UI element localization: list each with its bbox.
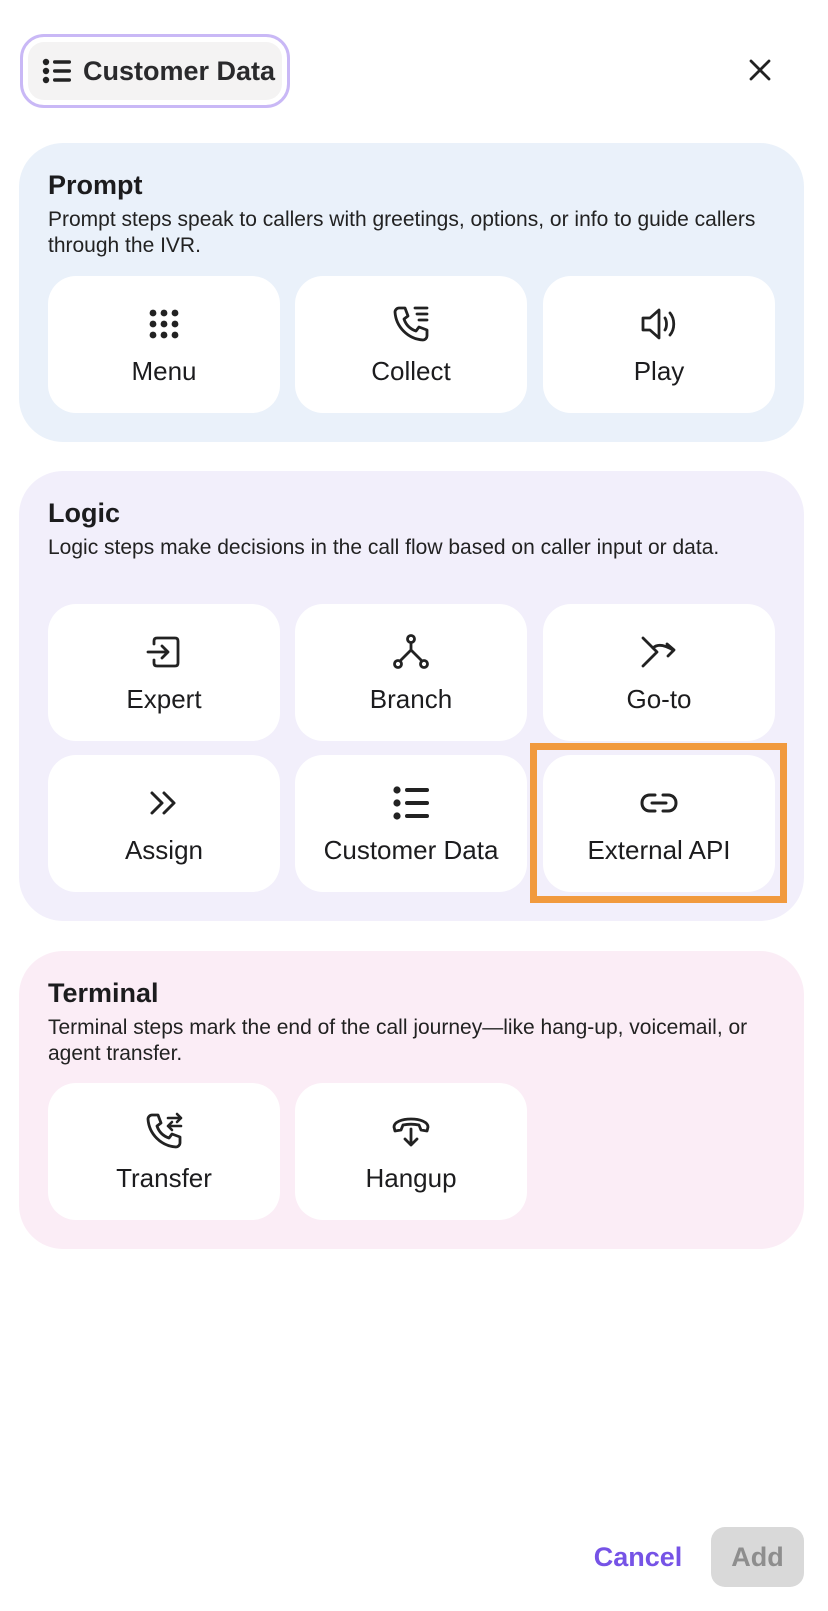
step-label: Customer Data [323,835,499,865]
step-tile-external-api[interactable]: External API [543,755,775,892]
phone-transfer-icon [144,1111,184,1151]
speaker-icon [639,304,679,344]
link-icon [639,783,679,823]
section-description: Terminal steps mark the end of the call … [48,1016,748,1065]
expert-enter-icon [144,632,184,672]
double-chevron-icon [144,783,184,823]
keypad-icon [144,304,184,344]
selected-step-label: Customer Data [83,55,276,86]
step-tile-expert[interactable]: Expert [48,604,280,741]
step-tile-collect[interactable]: Collect [295,276,527,413]
step-tile-branch[interactable]: Branch [295,604,527,741]
step-tile-assign[interactable]: Assign [48,755,280,892]
step-label: Expert [126,684,202,714]
step-label: Collect [371,356,451,386]
section-description: Logic steps make decisions in the call f… [48,536,720,559]
step-tile-play[interactable]: Play [543,276,775,413]
step-label: External API [587,835,731,865]
step-label: Branch [369,684,453,714]
step-label: Menu [131,356,197,386]
step-label: Assign [124,835,204,865]
goto-arrow-icon [639,632,679,672]
step-tile-go-to[interactable]: Go-to [543,604,775,741]
step-tile-menu[interactable]: Menu [48,276,280,413]
step-tile-hangup[interactable]: Hangup [295,1083,527,1220]
phone-hangup-icon [391,1111,431,1151]
section-title: Logic [48,498,120,528]
section-description: Prompt steps speak to callers with greet… [48,208,756,257]
close-icon [748,58,772,82]
section-title: Terminal [48,978,159,1008]
cancel-button[interactable]: Cancel [588,1528,688,1586]
list-icon [391,783,431,823]
step-label: Play [633,356,685,386]
step-tile-customer-data[interactable]: Customer Data [295,755,527,892]
step-label: Go-to [626,684,692,714]
section-title: Prompt [48,170,143,200]
branch-icon [391,632,431,672]
add-button[interactable]: Add [711,1527,804,1587]
phone-collect-icon [391,304,431,344]
list-icon [41,55,73,87]
step-tile-transfer[interactable]: Transfer [48,1083,280,1220]
step-label: Transfer [116,1163,212,1193]
step-label: Hangup [365,1163,457,1193]
close-button[interactable] [740,50,780,90]
modal-header: Customer Data [0,0,828,130]
selected-step-chip[interactable]: Customer Data [20,34,290,108]
